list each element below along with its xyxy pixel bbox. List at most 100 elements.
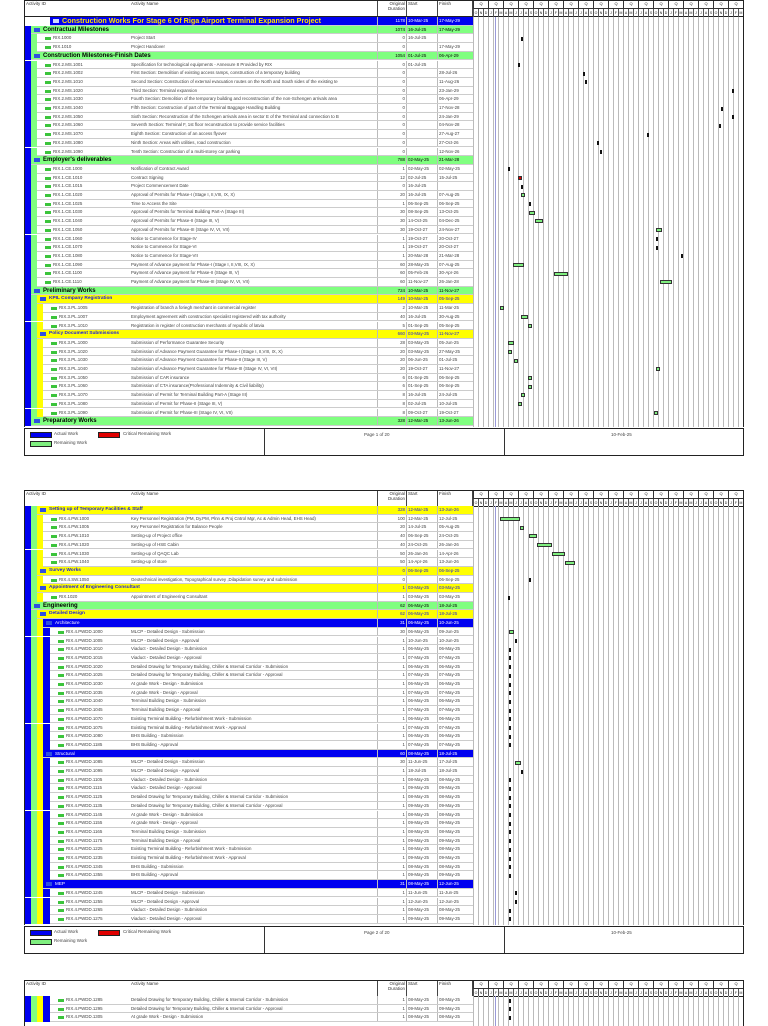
activity-row[interactable]: RIX.2.MS.1010Second Section: Constructio… (37, 78, 473, 87)
activity-row[interactable]: RIX.4.PWDD.1345BHS Building - Submission… (50, 863, 473, 872)
milestone-marker[interactable] (509, 709, 511, 713)
activity-row[interactable]: RIX.3.PL.1080Submission of Permit for Ph… (43, 400, 473, 409)
activity-row[interactable]: RIX.4.PWDD.1265Viaduct - Detailed Design… (50, 906, 473, 915)
activity-row[interactable]: RIX.3.PL.1020Submission of Advance Payme… (43, 348, 473, 357)
activity-row[interactable]: RIX.4.PW.1020Setting-up of HSE Cabin4024… (43, 541, 473, 550)
milestone-marker[interactable] (509, 917, 511, 921)
activity-row[interactable]: RIX.4.SW.1050Geotechnical investigation,… (43, 576, 473, 585)
activity-row[interactable]: RIX.2.MS.1002First Section: Demolition o… (37, 69, 473, 78)
activity-row[interactable]: RIX.4.PWDD.1010Viaduct - Detailed Design… (50, 645, 473, 654)
activity-bar[interactable] (535, 219, 543, 223)
milestone-marker[interactable] (509, 804, 511, 808)
activity-row[interactable]: RIX.3.PL.1070Submission of Permit for Te… (43, 391, 473, 400)
activity-row[interactable]: RIX.4.PWDD.1115Viaduct - Detailed Design… (50, 784, 473, 793)
milestone-marker[interactable] (509, 822, 511, 826)
wbs-row[interactable]: MEP3108-May-2512-Jun-25 (43, 880, 473, 889)
activity-row[interactable]: RIX.3.PL.1040Submission of Advance Payme… (43, 365, 473, 374)
activity-bar[interactable] (508, 341, 513, 345)
activity-bar[interactable] (528, 324, 532, 328)
activity-bar[interactable] (656, 367, 660, 371)
activity-name-header[interactable]: Activity Name (131, 491, 159, 496)
activity-row[interactable]: RIX.1.CE.1000Notification of Contract Aw… (37, 165, 473, 174)
milestone-marker[interactable] (647, 133, 649, 137)
activity-bar[interactable] (656, 228, 662, 232)
milestone-marker[interactable] (509, 1016, 511, 1020)
activity-row[interactable]: RIX.3.PL.1060Submission of CTA insurance… (43, 382, 473, 391)
milestone-marker[interactable] (721, 107, 723, 111)
activity-name-header[interactable]: Activity Name (131, 981, 159, 986)
activity-bar[interactable] (514, 359, 518, 363)
milestone-marker[interactable] (509, 865, 511, 869)
activity-row[interactable]: RIX.4.PWDD.1305At grade Work - Design - … (50, 1013, 473, 1022)
wbs-row[interactable]: Setting up of Temporary Facilities & Sta… (37, 506, 473, 515)
milestone-marker[interactable] (509, 999, 511, 1003)
wbs-row[interactable]: Survey Works006-Sep-2506-Sep-25 (37, 567, 473, 576)
activity-bar[interactable] (500, 306, 504, 310)
activity-row[interactable]: RIX.4.PW.1005Key Personnel Registration … (43, 523, 473, 532)
milestone-marker[interactable] (509, 909, 511, 913)
activity-bar[interactable] (660, 280, 673, 284)
finish-header[interactable]: Finish (439, 491, 451, 496)
activity-row[interactable]: RIX.2.MS.1020Third Section: Terminal exp… (37, 87, 473, 96)
milestone-marker[interactable] (509, 743, 511, 747)
activity-bar[interactable] (552, 552, 565, 556)
milestone-marker[interactable] (509, 787, 511, 791)
activity-bar[interactable] (509, 630, 515, 634)
activity-row[interactable]: RIX.1000Project Start016-Jul-25 (37, 34, 473, 43)
activity-bar[interactable] (521, 393, 525, 397)
critical-activity-bar[interactable] (518, 176, 522, 180)
activity-row[interactable]: RIX.1020Appointment of Engineering Consu… (43, 593, 473, 602)
milestone-marker[interactable] (521, 770, 523, 774)
activity-row[interactable]: RIX.1010Project Handover017-May-29 (37, 43, 473, 52)
activity-row[interactable]: RIX.3.PL.1005Registration of branch a fo… (43, 304, 473, 313)
milestone-marker[interactable] (521, 37, 523, 41)
milestone-marker[interactable] (719, 124, 721, 128)
activity-row[interactable]: RIX.4.PWDD.1185BHS Building - Approval10… (50, 741, 473, 750)
activity-row[interactable]: RIX.4.PWDD.1125Detailed Drawing for Temp… (50, 793, 473, 802)
wbs-row[interactable]: Preliminary Works72410-Mar-2511-Nov-27 (31, 287, 473, 296)
activity-row[interactable]: RIX.2.MS.1070Eighth Section: Constructio… (37, 130, 473, 139)
milestone-marker[interactable] (509, 813, 511, 817)
wbs-row[interactable]: Architecture3106-May-2510-Jun-25 (43, 619, 473, 628)
activity-row[interactable]: RIX.4.PWDD.1255MLCP - Detailed Design - … (50, 898, 473, 907)
wbs-row[interactable]: Engineering6206-May-2518-Jul-25 (31, 602, 473, 611)
milestone-marker[interactable] (509, 656, 511, 660)
activity-row[interactable]: RIX.4.PW.1030Setting-up of QAQC Lab5026-… (43, 550, 473, 559)
duration-header[interactable]: Original Duration (381, 1, 405, 11)
activity-bar[interactable] (521, 315, 528, 319)
activity-bar[interactable] (528, 376, 532, 380)
activity-row[interactable]: RIX.1.CE.1110Payment of Advance payment … (37, 278, 473, 287)
activity-row[interactable]: RIX.2.MS.1040Fifth Section: Construction… (37, 104, 473, 113)
activity-bar[interactable] (554, 272, 568, 276)
activity-id-header[interactable]: Activity ID (26, 1, 46, 6)
milestone-marker[interactable] (509, 683, 511, 687)
activity-row[interactable]: RIX.4.PWDD.1075Existing Terminal Buildin… (50, 724, 473, 733)
milestone-marker[interactable] (509, 726, 511, 730)
activity-row[interactable]: RIX.3.PL.1010Registration in register of… (43, 322, 473, 331)
milestone-marker[interactable] (515, 639, 517, 643)
wbs-row[interactable]: Construction Works For Stage 6 Of Riga A… (50, 17, 473, 26)
activity-row[interactable]: RIX.2.MS.1030Fourth Section: Demolition … (37, 95, 473, 104)
activity-row[interactable]: RIX.4.PW.1000Key Personnel Registration … (43, 515, 473, 524)
activity-row[interactable]: RIX.4.PWDD.1355BHS Building - Approval10… (50, 871, 473, 880)
activity-row[interactable]: RIX.1.CE.1040Approval of Permits for Pha… (37, 217, 473, 226)
activity-row[interactable]: RIX.2.MS.1060Seventh Section: Terminal F… (37, 121, 473, 130)
activity-row[interactable]: RIX.4.PWDD.1225Existing Terminal Buildin… (50, 845, 473, 854)
activity-row[interactable]: RIX.4.PWDD.1165Terminal Building Design … (50, 828, 473, 837)
activity-row[interactable]: RIX.4.PWDD.1085MLCP - Detailed Design - … (50, 758, 473, 767)
activity-row[interactable]: RIX.4.PWDD.1035At grade Work - Design - … (50, 689, 473, 698)
activity-bar[interactable] (529, 534, 537, 538)
activity-row[interactable]: RIX.1.CE.1015Project Commencement Date01… (37, 182, 473, 191)
milestone-marker[interactable] (509, 839, 511, 843)
finish-header[interactable]: Finish (439, 981, 451, 986)
activity-name-header[interactable]: Activity Name (131, 1, 159, 6)
activity-row[interactable]: RIX.3.PL.1030Submission of Advance Payme… (43, 356, 473, 365)
activity-row[interactable]: RIX.4.PWDD.1005MLCP - Detailed Design - … (50, 637, 473, 646)
activity-row[interactable]: RIX.3.PL.1090Submission of Permit for Ph… (43, 409, 473, 418)
activity-row[interactable]: RIX.1.CE.1030Approval of Permits for Ter… (37, 208, 473, 217)
milestone-marker[interactable] (521, 185, 523, 189)
activity-row[interactable]: RIX.4.PWDD.1285Detailed Drawing for Temp… (50, 996, 473, 1005)
column-divider[interactable] (406, 1, 407, 16)
activity-row[interactable]: RIX.4.PWDD.1295Detailed Drawing for Temp… (50, 1005, 473, 1014)
finish-header[interactable]: Finish (439, 1, 451, 6)
